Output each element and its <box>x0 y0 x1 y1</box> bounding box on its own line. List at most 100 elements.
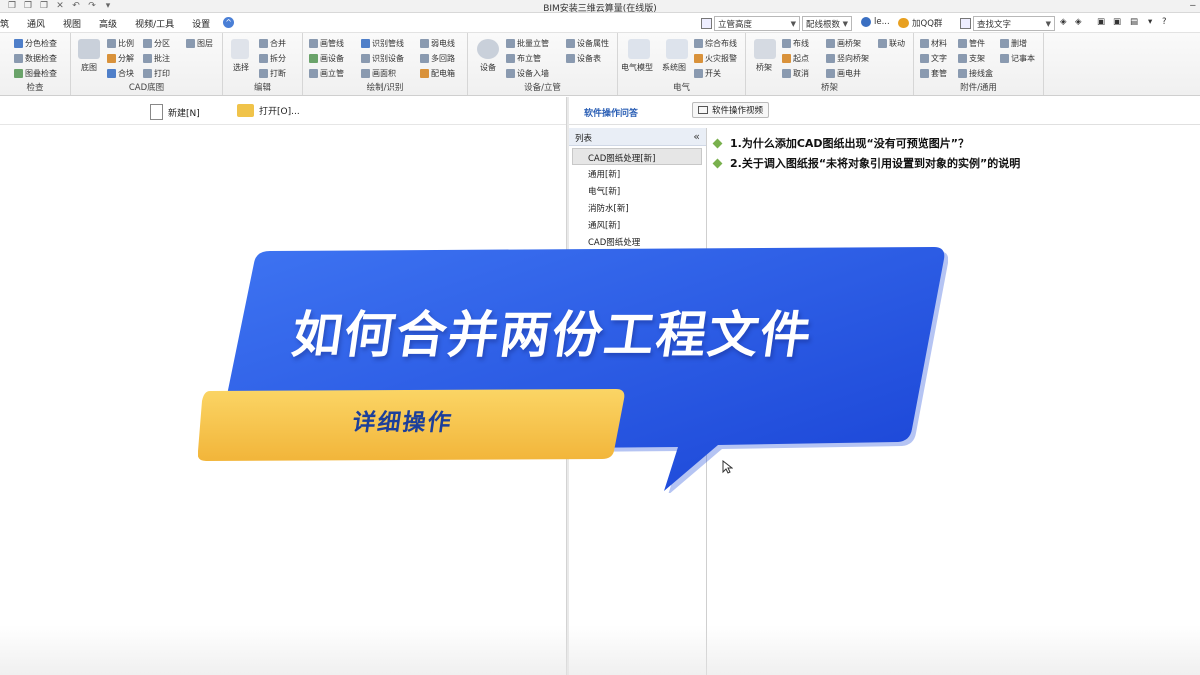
system-diagram-icon[interactable] <box>666 39 688 59</box>
ribbon-group-label: CAD底图 <box>128 83 165 93</box>
identify-equipment-button[interactable]: 识别设备 <box>361 53 404 64</box>
find-text-combo[interactable]: 查找文字 ▼ <box>973 16 1055 31</box>
split-button[interactable]: 拆分 <box>259 53 286 64</box>
print-button[interactable]: 打印 <box>143 68 170 79</box>
start-point-button[interactable]: 起点 <box>782 53 809 64</box>
data-check-button[interactable]: 数据检查 <box>14 53 57 64</box>
draw-tray-button[interactable]: 画桥架 <box>826 38 861 49</box>
list-item-fire-water-new[interactable]: 消防水[新] <box>569 199 706 216</box>
nav-back-icon[interactable]: ◈ <box>1060 17 1067 27</box>
cable-tray-icon[interactable] <box>754 39 776 59</box>
help-title[interactable]: 软件操作问答 <box>584 106 638 119</box>
cancel-button[interactable]: 取消 <box>782 68 809 79</box>
save-file-icon[interactable]: ▣ <box>1097 17 1105 27</box>
play-video-icon <box>698 106 708 114</box>
select-cursor-icon[interactable] <box>231 39 249 59</box>
identify-pipe-button[interactable]: 识别管线 <box>361 38 404 49</box>
ribbon-group-draw-identify: 画管线 识别管线 弱电线 画设备 识别设备 多回路 画立管 画面积 配电箱 绘制… <box>303 33 468 95</box>
minimize-button[interactable]: ‒ <box>1190 0 1196 11</box>
zone-button[interactable]: 分区 <box>143 38 170 49</box>
electrical-model-icon[interactable] <box>628 39 650 59</box>
list-item-electrical-new[interactable]: 电气[新] <box>569 182 706 199</box>
multi-circuit-button[interactable]: 多回路 <box>420 53 455 64</box>
text-button[interactable]: 文字 <box>920 53 947 64</box>
junction-box-button[interactable]: 接线盒 <box>958 68 993 79</box>
more-dropdown-icon[interactable]: ▾ <box>1148 17 1152 27</box>
equipment-table-icon <box>566 54 575 63</box>
draw-equipment-button[interactable]: 画设备 <box>309 53 344 64</box>
menu-tab-view[interactable]: 视图 <box>54 17 90 30</box>
notepad-button[interactable]: 记事本 <box>1000 53 1035 64</box>
fire-alarm-button[interactable]: 火灾报警 <box>694 53 737 64</box>
equipment-table-button[interactable]: 设备表 <box>566 53 601 64</box>
draw-shaft-button[interactable]: 画电井 <box>826 68 861 79</box>
integrated-wiring-button[interactable]: 综合布线 <box>694 38 737 49</box>
draw-riser-button[interactable]: 画立管 <box>309 68 344 79</box>
draw-area-button[interactable]: 画面积 <box>361 68 396 79</box>
sleeve-button[interactable]: 套管 <box>920 68 947 79</box>
explode-button[interactable]: 分解 <box>107 53 134 64</box>
list-item-general-new[interactable]: 通用[新] <box>569 165 706 182</box>
overlap-check-button[interactable]: 图叠检查 <box>14 68 57 79</box>
options-icon[interactable]: ▤ <box>1130 17 1138 27</box>
collapse-list-icon[interactable]: « <box>693 130 700 143</box>
user-account-button[interactable]: le... <box>861 17 890 27</box>
integrated-wiring-icon <box>694 39 703 48</box>
place-riser-button[interactable]: 布立管 <box>506 53 541 64</box>
bracket-button[interactable]: 支架 <box>958 53 985 64</box>
merge-block-button[interactable]: 合块 <box>107 68 134 79</box>
base-map-icon[interactable] <box>78 39 100 59</box>
save-as-icon[interactable]: ▣ <box>1113 17 1121 27</box>
ribbon-group-label: 设备/立管 <box>524 83 561 93</box>
height-icon <box>701 18 712 29</box>
base-map-label: 底图 <box>81 63 97 72</box>
ribbon-collapse-icon[interactable]: ^ <box>223 17 235 28</box>
new-file-button[interactable]: 新建[N] <box>150 104 200 120</box>
equipment-properties-button[interactable]: 设备属性 <box>566 38 609 49</box>
layer-button[interactable]: 图层 <box>186 38 213 49</box>
overlap-check-icon <box>14 69 23 78</box>
color-check-icon <box>14 39 23 48</box>
join-qq-group-button[interactable]: 加QQ群 <box>898 17 942 29</box>
menu-tab-settings[interactable]: 设置 <box>183 17 219 30</box>
equipment-icon[interactable] <box>477 39 499 59</box>
weak-current-button[interactable]: 弱电线 <box>420 38 455 49</box>
open-file-button[interactable]: 打开[O]... <box>237 104 300 117</box>
menu-tab-ventilation[interactable]: 通风 <box>18 17 54 30</box>
switch-button[interactable]: 开关 <box>694 68 721 79</box>
help-icon[interactable]: ? <box>1162 17 1167 27</box>
batch-riser-button[interactable]: 批量立管 <box>506 38 549 49</box>
menu-bar: 筑 通风 视图 高级 视频/工具 设置 ^ 立管高度 ▼ 配线根数 ▼ le... … <box>0 13 1200 33</box>
wire-count-combo[interactable]: 配线根数 ▼ <box>802 16 852 31</box>
color-check-button[interactable]: 分色检查 <box>14 38 57 49</box>
vertical-tray-button[interactable]: 竖向桥架 <box>826 53 869 64</box>
wiring-button[interactable]: 布线 <box>782 38 809 49</box>
draw-equipment-icon <box>309 54 318 63</box>
wiring-icon <box>782 39 791 48</box>
identify-pipe-icon <box>361 39 370 48</box>
distribution-box-button[interactable]: 配电箱 <box>420 68 455 79</box>
draw-pipe-button[interactable]: 画管线 <box>309 38 344 49</box>
annotate-button[interactable]: 批注 <box>143 53 170 64</box>
material-button[interactable]: 材料 <box>920 38 947 49</box>
faq-list: 1.为什么添加CAD图纸出现“没有可预览图片”？ 2.关于调入图纸报“未将对象引… <box>712 133 1020 173</box>
equipment-into-wall-button[interactable]: 设备入墙 <box>506 68 549 79</box>
tutorial-video-button[interactable]: 软件操作视频 <box>692 102 770 118</box>
list-item-ventilation-new[interactable]: 通风[新] <box>569 216 706 233</box>
riser-height-combo[interactable]: 立管高度 ▼ <box>714 16 800 31</box>
scale-button[interactable]: 比例 <box>107 38 134 49</box>
menu-tab-partial[interactable]: 筑 <box>0 17 18 30</box>
faq-item[interactable]: 2.关于调入图纸报“未将对象引用设置到对象的实例”的说明 <box>712 153 1020 173</box>
nav-forward-icon[interactable]: ◈ <box>1075 17 1082 27</box>
ribbon-group-label: 电气 <box>672 83 690 93</box>
data-check-icon <box>14 54 23 63</box>
merge-button[interactable]: 合并 <box>259 38 286 49</box>
add-remove-button[interactable]: 删增 <box>1000 38 1027 49</box>
menu-tab-advanced[interactable]: 高级 <box>90 17 126 30</box>
menu-tab-video-tools[interactable]: 视频/工具 <box>126 17 183 30</box>
break-button[interactable]: 打断 <box>259 68 286 79</box>
faq-item[interactable]: 1.为什么添加CAD图纸出现“没有可预览图片”？ <box>712 133 1020 153</box>
fittings-button[interactable]: 管件 <box>958 38 985 49</box>
list-item-cad-processing-new[interactable]: CAD图纸处理[新] <box>572 148 702 165</box>
linkage-button[interactable]: 联动 <box>878 38 905 49</box>
